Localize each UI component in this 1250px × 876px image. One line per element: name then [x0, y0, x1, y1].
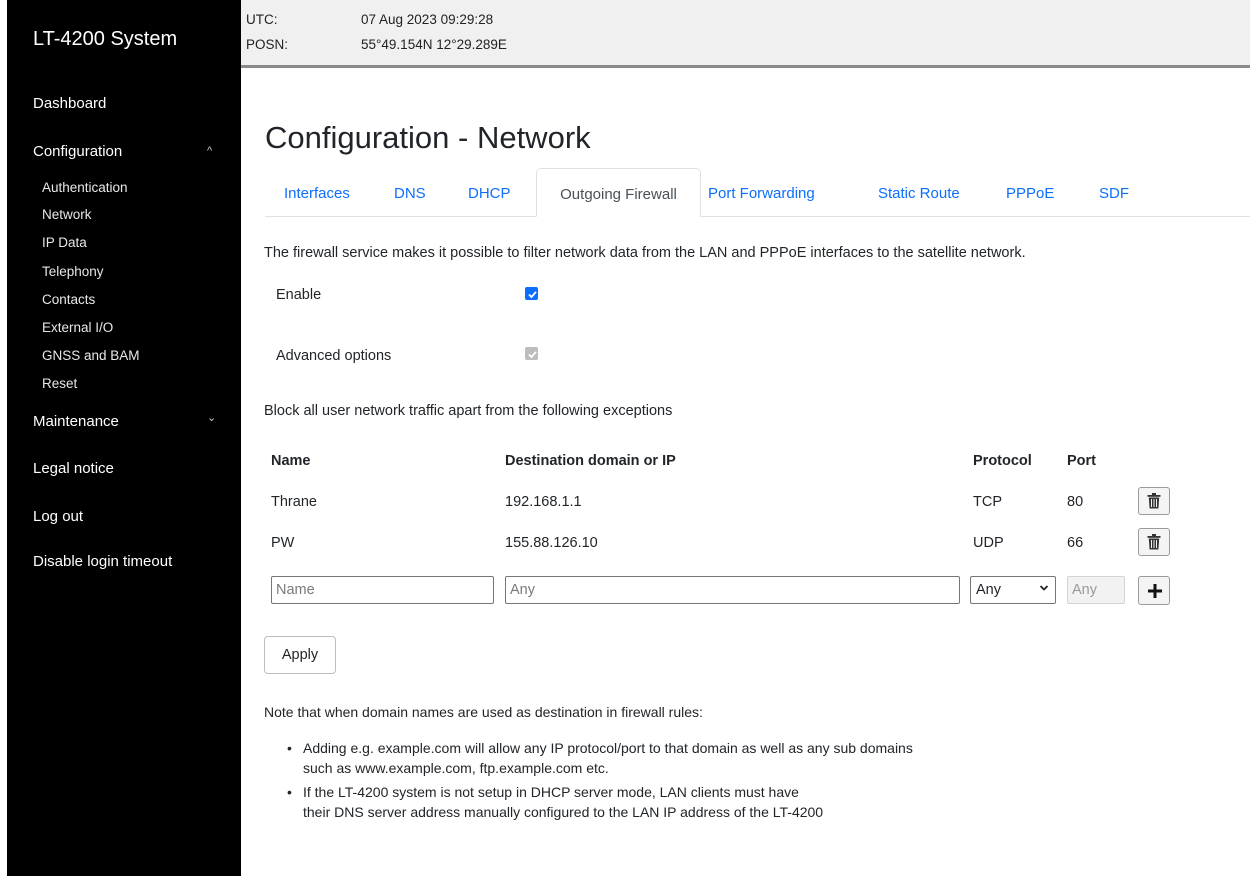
- sidebar-item-telephony[interactable]: Telephony: [42, 264, 104, 279]
- rule-protocol: TCP: [973, 494, 1002, 510]
- check-icon: [528, 351, 537, 359]
- utc-value: 07 Aug 2023 09:29:28: [361, 12, 494, 27]
- sidebar-item-gnss-and-bam[interactable]: GNSS and BAM: [42, 348, 140, 363]
- firewall-description: The firewall service makes it possible t…: [264, 245, 1026, 261]
- sidebar-item-authentication[interactable]: Authentication: [42, 180, 128, 195]
- trash-icon: [1147, 493, 1161, 509]
- sidebar-item-disable-login-timeout[interactable]: Disable login timeout: [33, 553, 172, 570]
- note-list: • Adding e.g. example.com will allow any…: [285, 738, 985, 826]
- rule-destination: 155.88.126.10: [505, 535, 598, 551]
- protocol-select-value: Any: [976, 582, 1001, 598]
- sidebar-item-external-io[interactable]: External I/O: [42, 320, 113, 335]
- new-rule-port-input[interactable]: [1067, 576, 1125, 604]
- posn-value: 55°49.154N 12°29.289E: [361, 37, 507, 52]
- plus-icon: [1148, 584, 1162, 598]
- posn-label: POSN:: [246, 37, 289, 52]
- note-bullet-2-line-2: their DNS server address manually config…: [303, 804, 824, 820]
- rule-name: Thrane: [271, 494, 317, 510]
- tab-static-route[interactable]: Static Route: [878, 168, 960, 216]
- tab-pppoe[interactable]: PPPoE: [1006, 168, 1054, 216]
- list-item: • Adding e.g. example.com will allow any…: [285, 738, 985, 778]
- tab-sdf[interactable]: SDF: [1099, 168, 1129, 216]
- column-header-destination: Destination domain or IP: [505, 453, 676, 469]
- column-header-name: Name: [271, 453, 311, 469]
- trash-icon: [1147, 534, 1161, 550]
- rule-destination: 192.168.1.1: [505, 494, 582, 510]
- sidebar-item-configuration[interactable]: Configuration: [33, 143, 122, 160]
- sidebar-item-log-out[interactable]: Log out: [33, 508, 83, 525]
- rule-protocol: UDP: [973, 535, 1004, 551]
- enable-checkbox[interactable]: [525, 287, 538, 300]
- column-header-port: Port: [1067, 453, 1096, 469]
- check-icon: [528, 291, 537, 299]
- status-bar: UTC: 07 Aug 2023 09:29:28 POSN: 55°49.15…: [241, 0, 1250, 68]
- list-item: • If the LT-4200 system is not setup in …: [285, 782, 985, 822]
- note-bullet-2-line-1: If the LT-4200 system is not setup in DH…: [303, 784, 799, 800]
- add-rule-button[interactable]: [1138, 576, 1170, 605]
- chevron-down-icon: ⌄: [207, 412, 217, 424]
- new-rule-name-input[interactable]: [271, 576, 494, 604]
- page-title: Configuration - Network: [265, 120, 591, 155]
- utc-label: UTC:: [246, 12, 278, 27]
- new-rule-destination-input[interactable]: [505, 576, 960, 604]
- sidebar-item-ip-data[interactable]: IP Data: [42, 235, 87, 250]
- tab-port-forwarding[interactable]: Port Forwarding: [708, 168, 815, 216]
- tab-outgoing-firewall[interactable]: Outgoing Firewall: [536, 168, 701, 217]
- tab-bar: Interfaces DNS DHCP Outgoing Firewall Po…: [265, 168, 1250, 217]
- bullet-icon: •: [287, 784, 292, 800]
- note-bullet-1-line-1: Adding e.g. example.com will allow any I…: [303, 740, 913, 756]
- sidebar-item-network[interactable]: Network: [42, 207, 92, 222]
- delete-rule-button[interactable]: [1138, 487, 1170, 515]
- new-rule-protocol-select[interactable]: Any: [970, 576, 1056, 604]
- delete-rule-button[interactable]: [1138, 528, 1170, 556]
- advanced-options-checkbox: [525, 347, 538, 360]
- rule-port: 80: [1067, 494, 1084, 510]
- enable-label: Enable: [276, 287, 322, 303]
- block-traffic-text: Block all user network traffic apart fro…: [264, 403, 673, 419]
- sidebar: LT-4200 System Dashboard Configuration ^…: [7, 0, 241, 876]
- note-intro: Note that when domain names are used as …: [264, 704, 703, 720]
- chevron-down-icon: [1039, 581, 1049, 598]
- brand-title: LT-4200 System: [33, 28, 178, 50]
- sidebar-item-maintenance[interactable]: Maintenance: [33, 413, 119, 430]
- chevron-up-icon: ^: [207, 145, 213, 157]
- advanced-options-label: Advanced options: [276, 348, 392, 364]
- apply-button[interactable]: Apply: [264, 636, 336, 674]
- tab-interfaces[interactable]: Interfaces: [284, 168, 350, 216]
- rule-port: 66: [1067, 535, 1084, 551]
- column-header-protocol: Protocol: [973, 453, 1032, 469]
- tab-dns[interactable]: DNS: [394, 168, 426, 216]
- sidebar-item-contacts[interactable]: Contacts: [42, 292, 95, 307]
- sidebar-item-legal-notice[interactable]: Legal notice: [33, 460, 114, 477]
- note-bullet-1-line-2: such as www.example.com, ftp.example.com…: [303, 760, 609, 776]
- tab-dhcp[interactable]: DHCP: [468, 168, 511, 216]
- rule-name: PW: [271, 535, 295, 551]
- sidebar-item-dashboard[interactable]: Dashboard: [33, 95, 106, 112]
- sidebar-item-reset[interactable]: Reset: [42, 376, 77, 391]
- bullet-icon: •: [287, 740, 292, 756]
